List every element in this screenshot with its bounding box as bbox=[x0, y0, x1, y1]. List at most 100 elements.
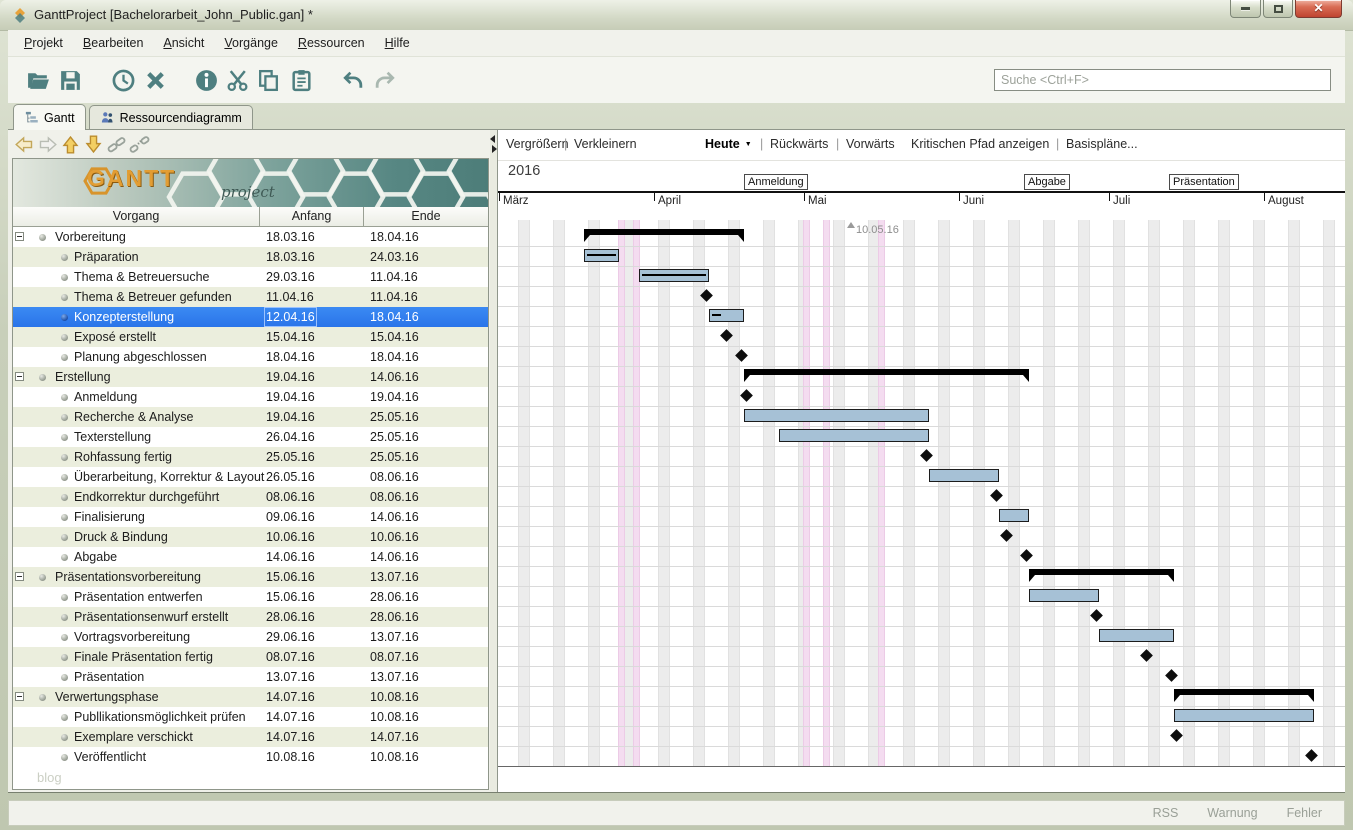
column-header-anfang[interactable]: Anfang bbox=[260, 207, 364, 226]
table-row[interactable]: Abgabe14.06.1614.06.16 bbox=[13, 547, 488, 567]
save-icon[interactable] bbox=[58, 68, 83, 93]
table-row[interactable]: Präsentation13.07.1613.07.16 bbox=[13, 667, 488, 687]
menu-item-vorgänge[interactable]: Vorgänge bbox=[214, 32, 288, 54]
collapse-left-icon[interactable] bbox=[490, 135, 495, 143]
gantt-task-bar[interactable] bbox=[779, 429, 929, 442]
table-row[interactable]: Endkorrektur durchgeführt08.06.1608.06.1… bbox=[13, 487, 488, 507]
chart-toolbar-baselines[interactable]: Basispläne... bbox=[1066, 137, 1138, 151]
table-row[interactable]: Publlikationsmöglichkeit prüfen14.07.161… bbox=[13, 707, 488, 727]
table-row[interactable]: Druck & Bindung10.06.1610.06.16 bbox=[13, 527, 488, 547]
gantt-milestone[interactable] bbox=[1020, 549, 1033, 562]
gantt-task-bar[interactable] bbox=[999, 509, 1029, 522]
unlink-icon[interactable] bbox=[129, 134, 150, 155]
gantt-summary-bar[interactable] bbox=[1029, 569, 1174, 575]
table-row[interactable]: Konzepterstellung12.04.1618.04.16 bbox=[13, 307, 488, 327]
status-warnung[interactable]: Warnung bbox=[1207, 806, 1257, 820]
tab-ressourcendiagramm[interactable]: Ressourcendiagramm bbox=[89, 105, 253, 129]
open-icon[interactable] bbox=[26, 68, 51, 93]
gantt-milestone[interactable] bbox=[1090, 609, 1103, 622]
collapse-toggle[interactable] bbox=[15, 692, 24, 701]
gantt-milestone[interactable] bbox=[1170, 729, 1183, 742]
table-row[interactable]: Überarbeitung, Korrektur & Layout26.05.1… bbox=[13, 467, 488, 487]
gantt-milestone[interactable] bbox=[1165, 669, 1178, 682]
close-button[interactable]: ✕ bbox=[1295, 0, 1342, 18]
gantt-task-bar[interactable] bbox=[584, 249, 619, 262]
undo-icon[interactable] bbox=[340, 68, 365, 93]
info-icon[interactable] bbox=[194, 68, 219, 93]
table-row[interactable]: Texterstellung26.04.1625.05.16 bbox=[13, 427, 488, 447]
chart-toolbar-zoom-out[interactable]: Verkleinern bbox=[574, 137, 637, 151]
status-fehler[interactable]: Fehler bbox=[1287, 806, 1322, 820]
redo-icon[interactable] bbox=[373, 68, 398, 93]
chart-toolbar-backward[interactable]: Rückwärts bbox=[770, 137, 828, 151]
table-row[interactable]: Finalisierung09.06.1614.06.16 bbox=[13, 507, 488, 527]
chart-toolbar-zoom-in[interactable]: Vergrößern bbox=[506, 137, 569, 151]
link-icon[interactable] bbox=[106, 134, 127, 155]
table-row[interactable]: Präsentation entwerfen15.06.1628.06.16 bbox=[13, 587, 488, 607]
gantt-milestone[interactable] bbox=[920, 449, 933, 462]
clock-icon[interactable] bbox=[111, 68, 136, 93]
menu-item-hilfe[interactable]: Hilfe bbox=[375, 32, 420, 54]
gantt-task-bar[interactable] bbox=[1099, 629, 1174, 642]
table-row[interactable]: Rohfassung fertig25.05.1625.05.16 bbox=[13, 447, 488, 467]
copy-icon[interactable] bbox=[256, 68, 281, 93]
table-row[interactable]: Thema & Betreuersuche29.03.1611.04.16 bbox=[13, 267, 488, 287]
column-header-vorgang[interactable]: Vorgang bbox=[13, 207, 260, 226]
chart-toolbar-today[interactable]: Heute▼ bbox=[705, 137, 752, 151]
collapse-toggle[interactable] bbox=[15, 232, 24, 241]
gantt-task-bar[interactable] bbox=[1029, 589, 1099, 602]
minimize-button[interactable] bbox=[1230, 0, 1261, 18]
table-row[interactable]: Vortragsvorbereitung29.06.1613.07.16 bbox=[13, 627, 488, 647]
maximize-button[interactable] bbox=[1263, 0, 1293, 18]
delete-icon[interactable] bbox=[143, 68, 168, 93]
menu-item-ansicht[interactable]: Ansicht bbox=[153, 32, 214, 54]
table-row[interactable]: Erstellung19.04.1614.06.16 bbox=[13, 367, 488, 387]
move-down-icon[interactable] bbox=[83, 134, 104, 155]
move-up-icon[interactable] bbox=[60, 134, 81, 155]
nav-back-icon[interactable] bbox=[14, 134, 35, 155]
menu-item-ressourcen[interactable]: Ressourcen bbox=[288, 32, 375, 54]
table-row[interactable]: Finale Präsentation fertig08.07.1608.07.… bbox=[13, 647, 488, 667]
menu-item-projekt[interactable]: Projekt bbox=[14, 32, 73, 54]
gantt-task-bar[interactable] bbox=[709, 309, 744, 322]
table-row[interactable]: Präsentationsenwurf erstellt28.06.1628.0… bbox=[13, 607, 488, 627]
table-row[interactable]: Vorbereitung18.03.1618.04.16 bbox=[13, 227, 488, 247]
gantt-milestone[interactable] bbox=[990, 489, 1003, 502]
gantt-summary-bar[interactable] bbox=[584, 229, 744, 235]
gantt-task-bar[interactable] bbox=[639, 269, 709, 282]
gantt-task-bar[interactable] bbox=[1174, 709, 1314, 722]
gantt-task-bar[interactable] bbox=[744, 409, 929, 422]
gantt-milestone[interactable] bbox=[740, 389, 753, 402]
paste-icon[interactable] bbox=[289, 68, 314, 93]
gantt-milestone[interactable] bbox=[1305, 749, 1318, 762]
status-rss[interactable]: RSS bbox=[1153, 806, 1179, 820]
table-row[interactable]: Präsentationsvorbereitung15.06.1613.07.1… bbox=[13, 567, 488, 587]
table-row[interactable]: Recherche & Analyse19.04.1625.05.16 bbox=[13, 407, 488, 427]
table-row[interactable]: Veröffentlicht10.08.1610.08.16 bbox=[13, 747, 488, 767]
table-row[interactable]: Verwertungsphase14.07.1610.08.16 bbox=[13, 687, 488, 707]
collapse-toggle[interactable] bbox=[15, 372, 24, 381]
main-toolbar bbox=[8, 57, 1345, 103]
task-name: Erstellung bbox=[55, 367, 111, 387]
gantt-task-bar[interactable] bbox=[929, 469, 999, 482]
table-row[interactable]: Exposé erstellt15.04.1615.04.16 bbox=[13, 327, 488, 347]
nav-forward-icon[interactable] bbox=[37, 134, 58, 155]
cut-icon[interactable] bbox=[225, 68, 250, 93]
gantt-summary-bar[interactable] bbox=[1174, 689, 1314, 695]
chart-toolbar-critical-path[interactable]: Kritischen Pfad anzeigen bbox=[911, 137, 1049, 151]
table-row[interactable]: Präparation18.03.1624.03.16 bbox=[13, 247, 488, 267]
table-row[interactable]: Exemplare verschickt14.07.1614.07.16 bbox=[13, 727, 488, 747]
task-end-date: 10.08.16 bbox=[370, 687, 419, 707]
column-header-ende[interactable]: Ende bbox=[364, 207, 488, 226]
panel-splitter[interactable] bbox=[490, 130, 497, 792]
tab-gantt[interactable]: Gantt bbox=[13, 104, 86, 130]
gantt-summary-bar[interactable] bbox=[744, 369, 1029, 375]
task-panel: GANTT project VorgangAnfangEnde Vorberei… bbox=[8, 130, 490, 792]
table-row[interactable]: Anmeldung19.04.1619.04.16 bbox=[13, 387, 488, 407]
chart-toolbar-forward[interactable]: Vorwärts bbox=[846, 137, 895, 151]
table-row[interactable]: Thema & Betreuer gefunden11.04.1611.04.1… bbox=[13, 287, 488, 307]
menu-item-bearbeiten[interactable]: Bearbeiten bbox=[73, 32, 153, 54]
search-input[interactable] bbox=[994, 69, 1331, 91]
collapse-toggle[interactable] bbox=[15, 572, 24, 581]
table-row[interactable]: Planung abgeschlossen18.04.1618.04.16 bbox=[13, 347, 488, 367]
